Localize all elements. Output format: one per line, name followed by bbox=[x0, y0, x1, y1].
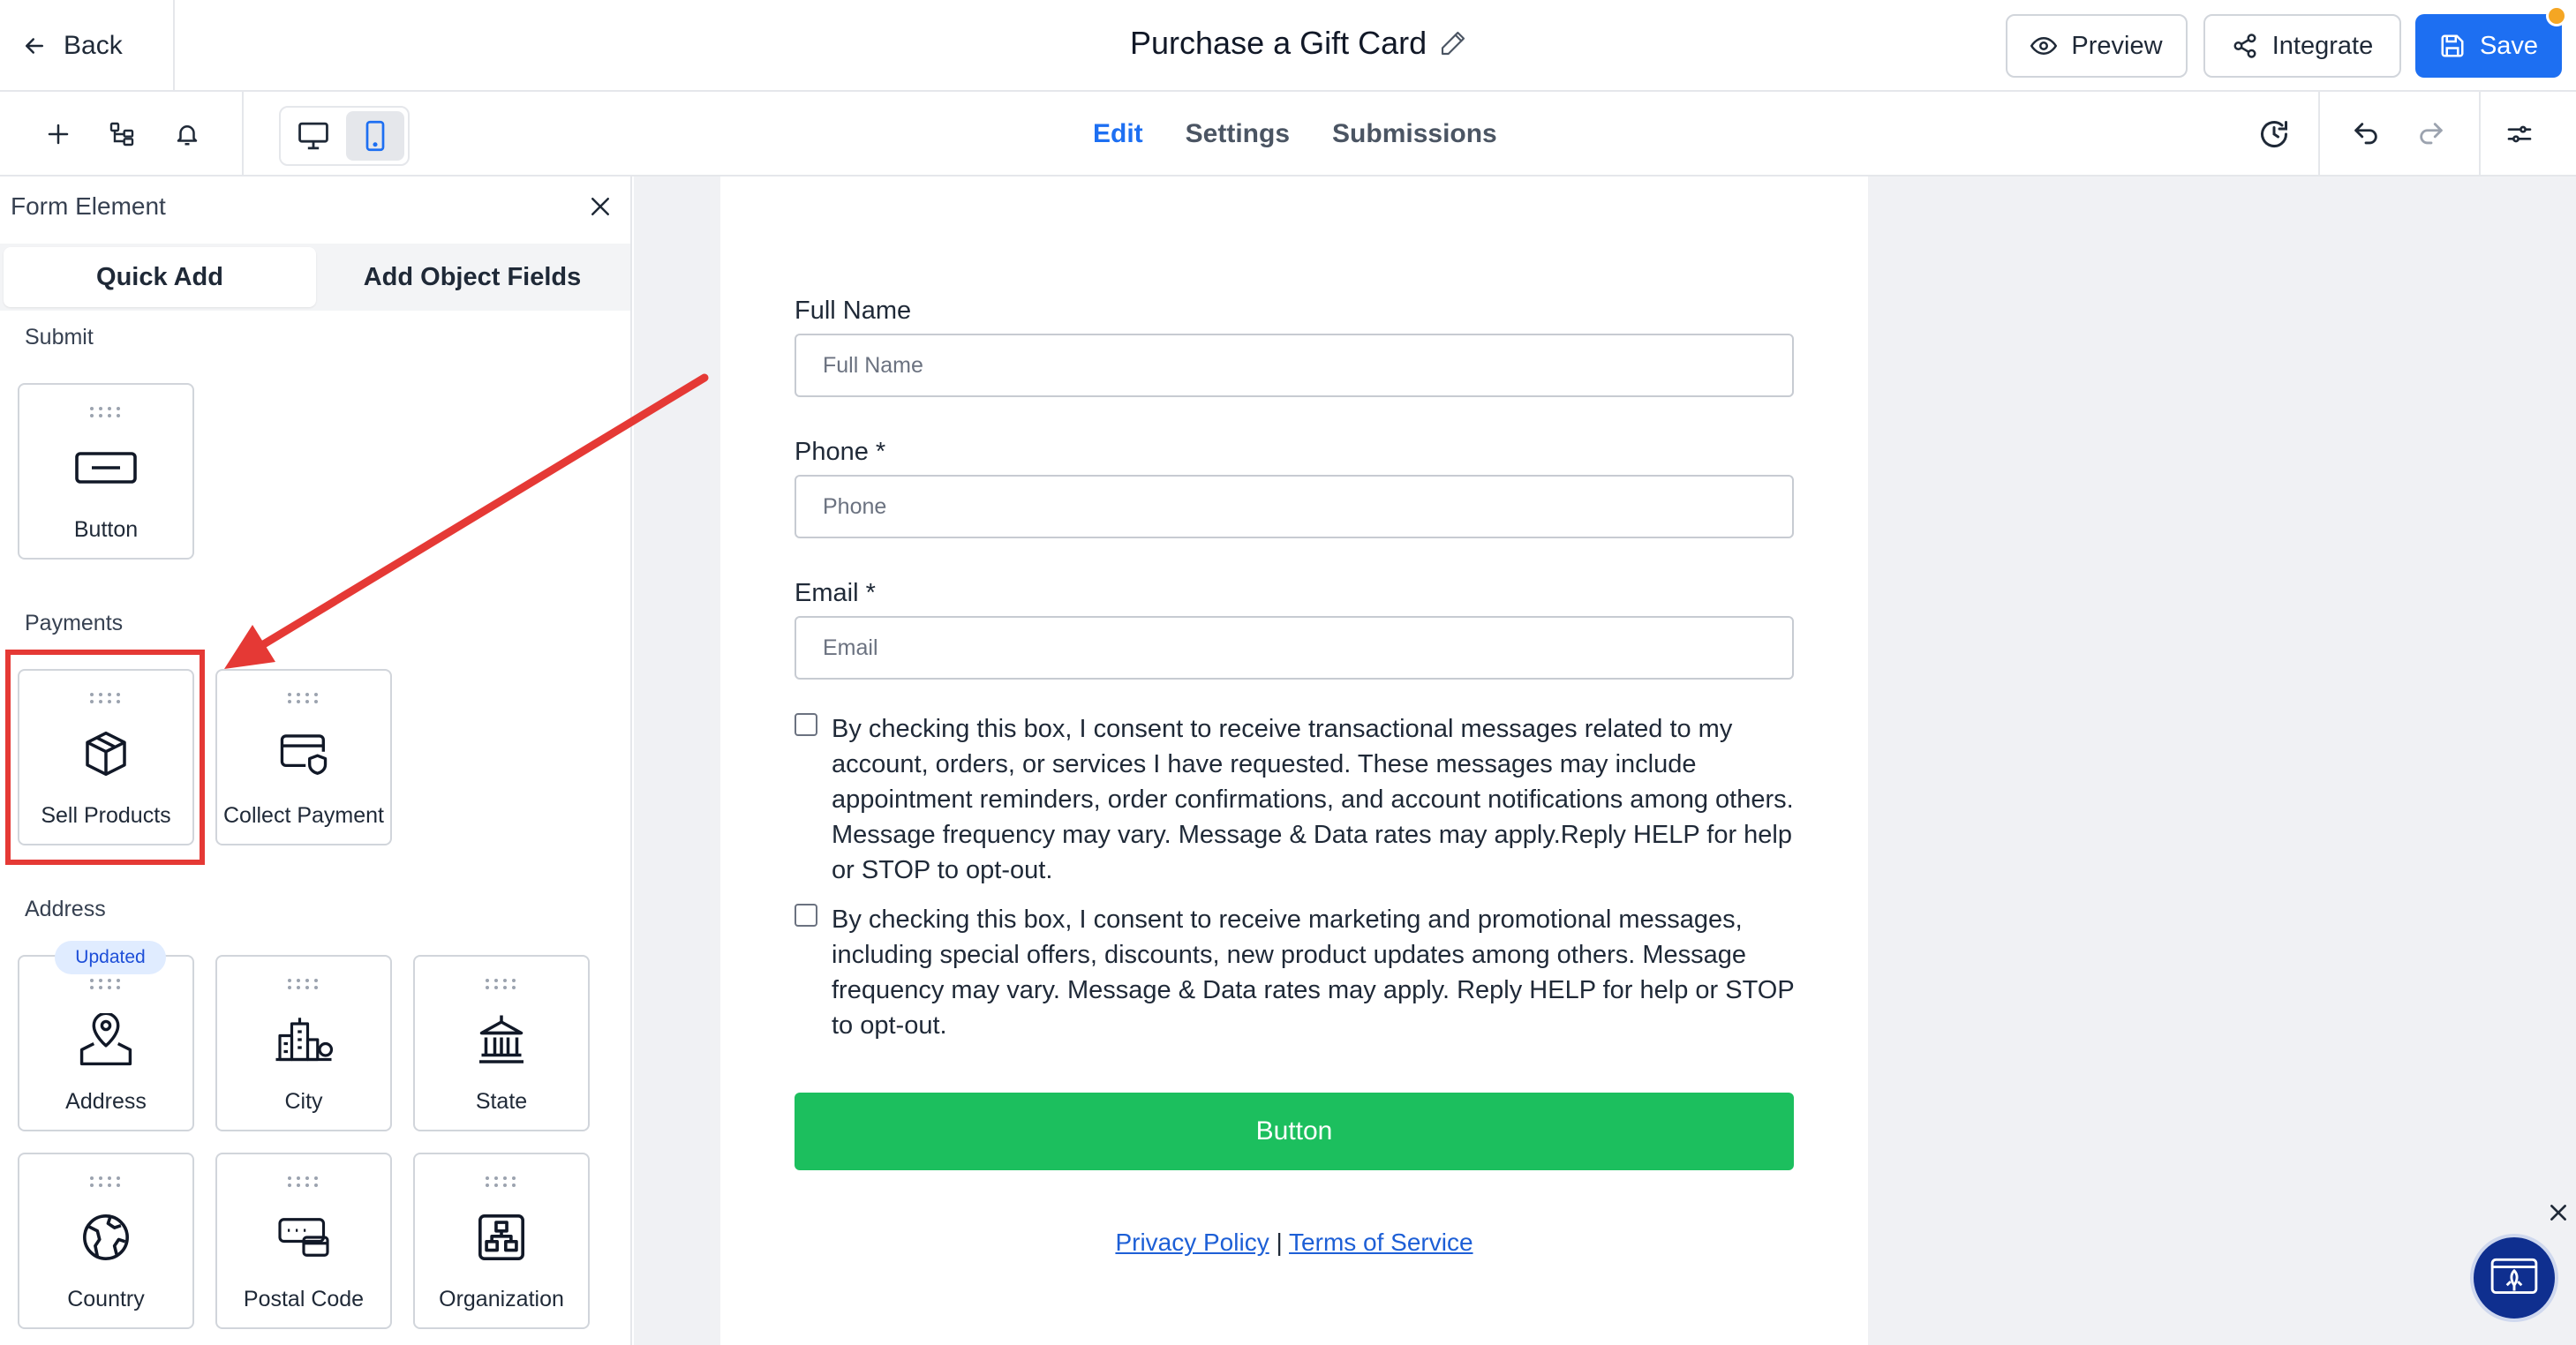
full-name-label: Full Name bbox=[795, 297, 912, 325]
divider bbox=[2479, 92, 2481, 177]
tile-label: Collect Payment bbox=[222, 803, 385, 828]
divider bbox=[2318, 92, 2320, 177]
history-icon[interactable] bbox=[2253, 113, 2295, 155]
section-submit: Submit bbox=[25, 325, 94, 349]
divider bbox=[242, 92, 244, 177]
tab-edit[interactable]: Edit bbox=[1093, 113, 1143, 155]
drag-handle-icon bbox=[217, 692, 390, 704]
top-bar: Back Purchase a Gift Card Preview Integr… bbox=[0, 0, 2576, 92]
marketing-consent-checkbox[interactable] bbox=[795, 904, 817, 927]
rocket-window-icon bbox=[2489, 1255, 2540, 1301]
tab-add-object-fields[interactable]: Add Object Fields bbox=[316, 247, 629, 307]
email-input[interactable]: Email bbox=[795, 616, 1794, 680]
tile-label: Postal Code bbox=[243, 1287, 365, 1311]
tile-label: City bbox=[284, 1089, 323, 1114]
integrate-button[interactable]: Integrate bbox=[2203, 14, 2401, 78]
device-toggle bbox=[279, 106, 410, 166]
eye-icon bbox=[2030, 33, 2058, 59]
terms-of-service-link[interactable]: Terms of Service bbox=[1289, 1229, 1473, 1256]
drag-handle-icon bbox=[19, 406, 192, 418]
card-shield-icon bbox=[217, 720, 390, 787]
element-tile-button[interactable]: Button bbox=[18, 383, 194, 560]
editor-tabs: Edit Settings Submissions bbox=[1093, 113, 1497, 155]
transactional-consent-checkbox[interactable] bbox=[795, 713, 817, 736]
close-icon[interactable] bbox=[2541, 1195, 2576, 1230]
updated-badge: Updated bbox=[55, 941, 166, 974]
pencil-icon[interactable] bbox=[1439, 29, 1467, 57]
drag-handle-icon bbox=[19, 978, 192, 990]
link-separator: | bbox=[1276, 1229, 1283, 1256]
editor-toolbar: Edit Settings Submissions bbox=[0, 92, 2576, 177]
back-label: Back bbox=[64, 31, 123, 60]
drag-handle-icon bbox=[217, 978, 390, 990]
element-tile-country[interactable]: Country bbox=[18, 1153, 194, 1329]
launchpad-widget-button[interactable] bbox=[2470, 1234, 2558, 1322]
save-label: Save bbox=[2479, 31, 2539, 60]
floppy-icon bbox=[2439, 33, 2466, 59]
email-label: Email * bbox=[795, 579, 876, 607]
share-icon bbox=[2232, 33, 2258, 59]
org-chart-icon bbox=[415, 1204, 588, 1271]
sliders-icon[interactable] bbox=[2498, 113, 2541, 155]
city-icon bbox=[217, 1006, 390, 1073]
drag-handle-icon bbox=[19, 1176, 192, 1188]
monitor-icon bbox=[297, 121, 330, 151]
section-payments: Payments bbox=[25, 611, 124, 635]
privacy-policy-link[interactable]: Privacy Policy bbox=[1115, 1229, 1269, 1256]
element-tile-address[interactable]: Address bbox=[18, 955, 194, 1131]
redo-icon[interactable] bbox=[2410, 113, 2452, 155]
close-icon[interactable] bbox=[583, 189, 618, 224]
form-builder: Back Purchase a Gift Card Preview Integr… bbox=[0, 0, 2576, 1345]
phone-label: Phone * bbox=[795, 438, 886, 466]
tile-label: Button bbox=[73, 517, 139, 542]
drag-handle-icon bbox=[415, 978, 588, 990]
mailbox-icon bbox=[217, 1204, 390, 1271]
button-icon bbox=[19, 434, 192, 501]
mobile-view-button[interactable] bbox=[346, 111, 404, 161]
highlight-box bbox=[5, 650, 205, 865]
tile-label: State bbox=[475, 1089, 528, 1114]
panel-segment-control: Quick Add Add Object Fields bbox=[0, 244, 630, 311]
full-name-input[interactable]: Full Name bbox=[795, 334, 1794, 397]
tab-settings[interactable]: Settings bbox=[1186, 113, 1290, 155]
preview-button[interactable]: Preview bbox=[2006, 14, 2188, 78]
tile-label: Organization bbox=[439, 1287, 564, 1311]
section-address: Address bbox=[25, 897, 106, 921]
preview-label: Preview bbox=[2071, 31, 2163, 60]
divider bbox=[173, 0, 175, 92]
element-tile-collect-payment[interactable]: Collect Payment bbox=[215, 669, 392, 845]
save-button[interactable]: Save bbox=[2415, 14, 2562, 78]
integrate-label: Integrate bbox=[2271, 31, 2374, 60]
drag-handle-icon bbox=[217, 1176, 390, 1188]
notification-dot bbox=[2546, 5, 2567, 26]
element-tile-organization[interactable]: Organization bbox=[413, 1153, 590, 1329]
transactional-consent-text: By checking this box, I consent to recei… bbox=[832, 715, 1794, 884]
desktop-view-button[interactable] bbox=[284, 111, 343, 161]
bell-icon[interactable] bbox=[166, 113, 208, 155]
tab-quick-add[interactable]: Quick Add bbox=[4, 247, 316, 307]
element-tile-city[interactable]: City bbox=[215, 955, 392, 1131]
drag-handle-icon bbox=[415, 1176, 588, 1188]
tab-submissions[interactable]: Submissions bbox=[1332, 113, 1497, 155]
map-pin-icon bbox=[19, 1006, 192, 1073]
panel-title: Form Element bbox=[11, 192, 166, 220]
phone-icon bbox=[364, 120, 387, 152]
tile-label: Country bbox=[67, 1287, 145, 1311]
layers-tree-icon[interactable] bbox=[101, 113, 143, 155]
form-title[interactable]: Purchase a Gift Card bbox=[1130, 25, 1467, 62]
element-tile-postal-code[interactable]: Postal Code bbox=[215, 1153, 392, 1329]
globe-icon bbox=[19, 1204, 192, 1271]
plus-icon[interactable] bbox=[37, 113, 79, 155]
marketing-consent-text: By checking this box, I consent to recei… bbox=[832, 905, 1795, 1040]
footer-links: Privacy Policy | Terms of Service bbox=[795, 1229, 1794, 1257]
form-title-text: Purchase a Gift Card bbox=[1130, 25, 1427, 61]
element-tile-state[interactable]: State bbox=[413, 955, 590, 1131]
arrow-left-icon bbox=[21, 33, 48, 59]
undo-icon[interactable] bbox=[2345, 113, 2387, 155]
capitol-icon bbox=[415, 1006, 588, 1073]
tile-label: Address bbox=[65, 1089, 147, 1114]
phone-input[interactable]: Phone bbox=[795, 475, 1794, 538]
submit-button[interactable]: Button bbox=[795, 1093, 1794, 1170]
back-button[interactable]: Back bbox=[21, 19, 123, 72]
